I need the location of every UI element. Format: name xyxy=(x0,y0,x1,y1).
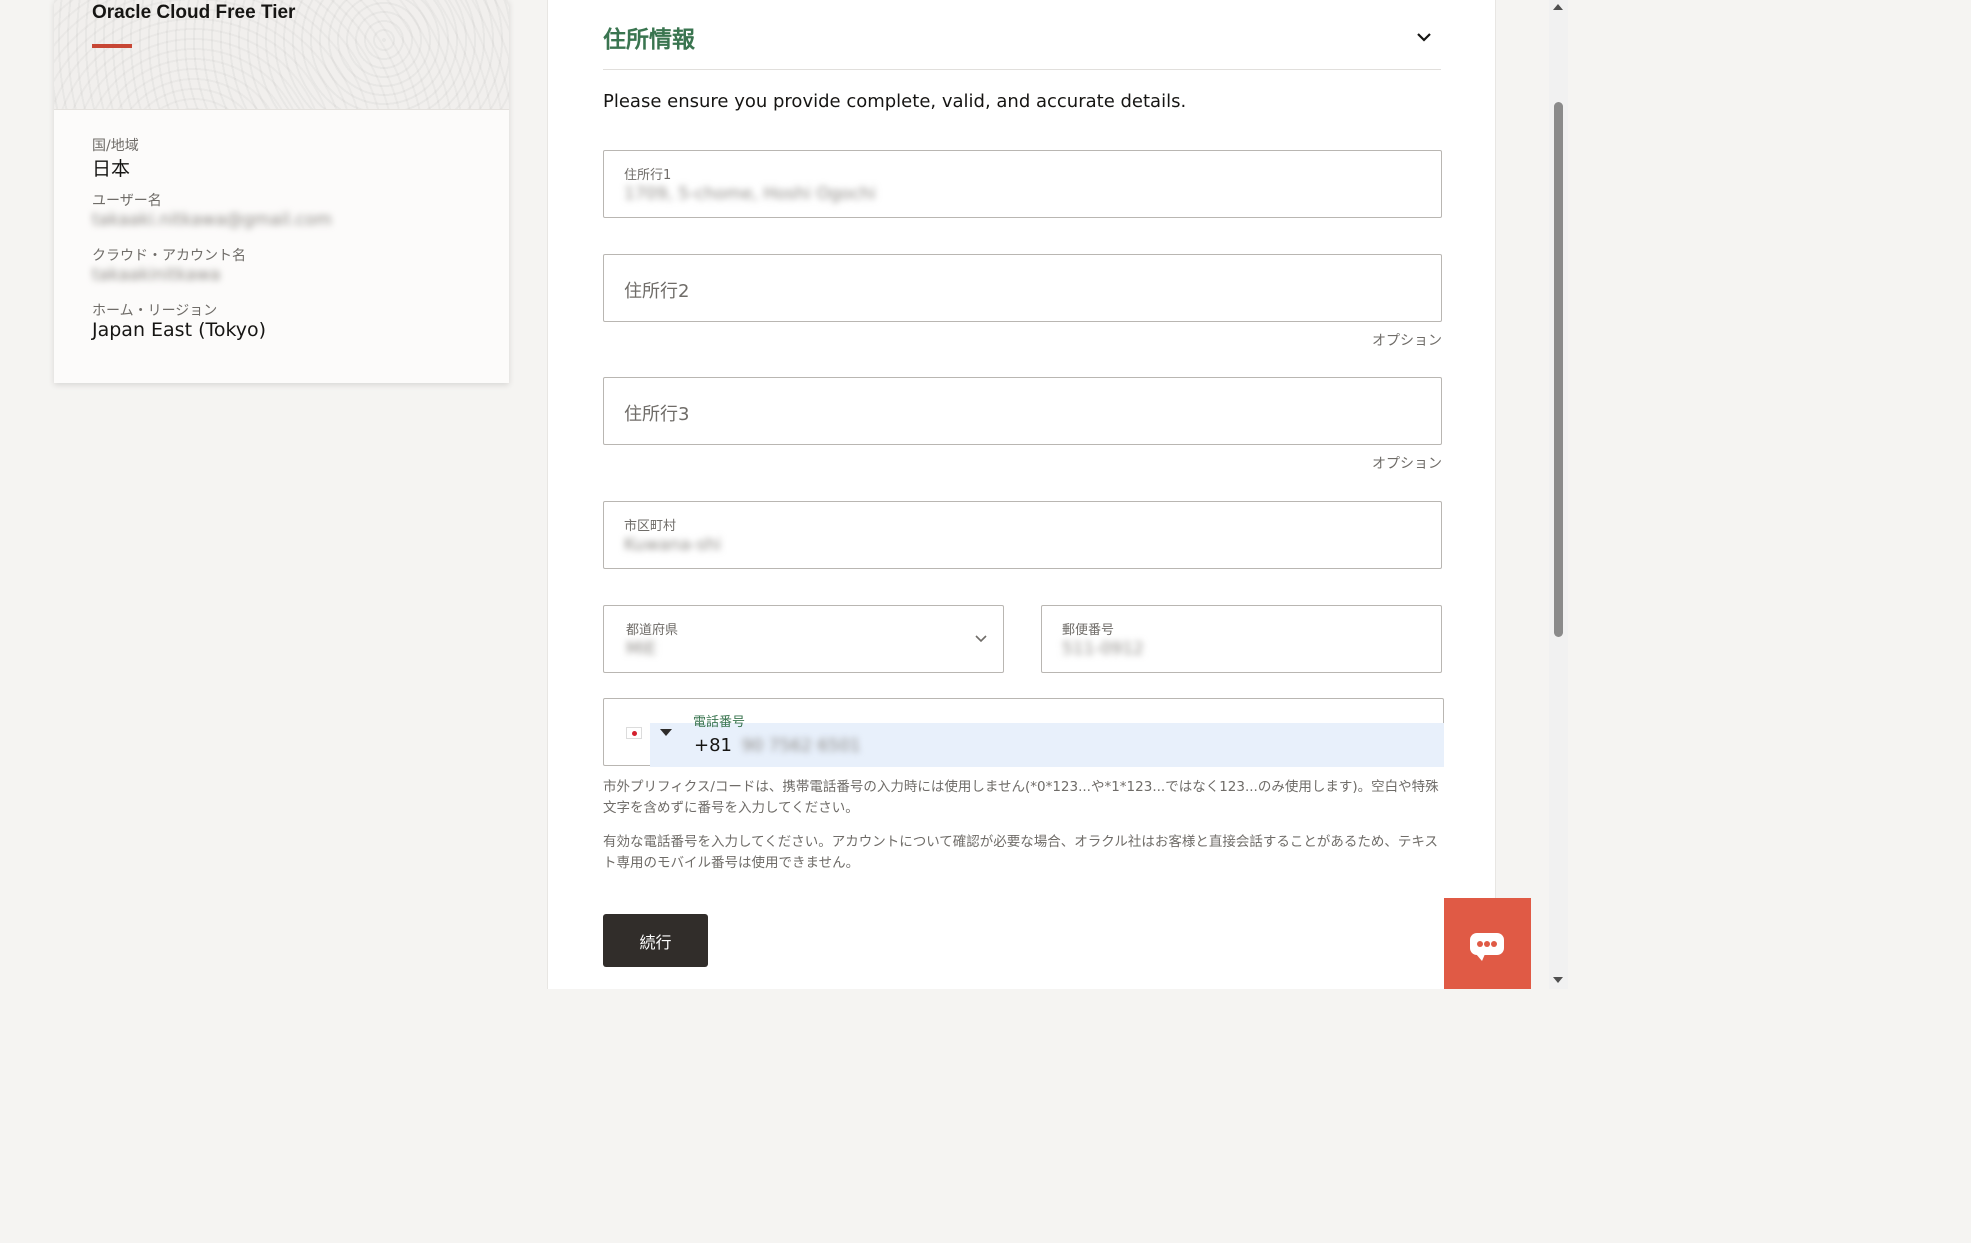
account-summary-card: Oracle Cloud Free Tier 国/地域 日本 ユーザー名 tak… xyxy=(54,0,509,383)
address-line1-value[interactable]: 1709, 5-chome, Hoshi Ogochi xyxy=(624,184,876,204)
chat-button[interactable] xyxy=(1444,898,1531,989)
summary-header: Oracle Cloud Free Tier xyxy=(54,0,509,110)
prefecture-value[interactable]: MIE xyxy=(626,639,656,659)
username-label: ユーザー名 xyxy=(92,193,162,209)
postal-code-value[interactable]: 511-0912 xyxy=(1062,639,1144,659)
city-value[interactable]: Kuwana-shi xyxy=(624,535,721,555)
chevron-down-icon xyxy=(1417,33,1431,42)
title-accent-bar xyxy=(92,44,132,48)
phone-help-valid: 有効な電話番号を入力してください。アカウントについて確認が必要な場合、オラクル社… xyxy=(603,834,1438,871)
cloud-account-label: クラウド・アカウント名 xyxy=(92,248,246,264)
country-value: 日本 xyxy=(92,158,131,180)
home-region-label: ホーム・リージョン xyxy=(92,303,218,319)
summary-title: Oracle Cloud Free Tier xyxy=(92,2,296,23)
chat-icon xyxy=(1470,933,1504,961)
address-line1-label: 住所行1 xyxy=(624,168,672,183)
phone-number-value: 90 7562 6501 xyxy=(741,736,861,756)
postal-code-field[interactable]: 郵便番号 511-0912 xyxy=(1041,605,1442,673)
address-section-header[interactable]: 住所情報 xyxy=(603,0,1441,70)
phone-country-code: +81 xyxy=(694,735,732,756)
address-form-panel: 住所情報 Please ensure you provide complete,… xyxy=(547,0,1496,989)
chevron-down-icon[interactable] xyxy=(973,630,989,646)
page-scrollbar[interactable] xyxy=(1549,0,1568,989)
prefecture-label: 都道府県 xyxy=(626,623,679,638)
address-line1-field[interactable]: 住所行1 1709, 5-chome, Hoshi Ogochi xyxy=(603,150,1442,218)
city-field[interactable]: 市区町村 Kuwana-shi xyxy=(603,501,1442,569)
phone-label: 電話番号 xyxy=(693,715,746,730)
phone-help-prefix: 市外プリフィクス/コードは、携帯電話番号の入力時には使用しません(*0*123.… xyxy=(603,779,1439,816)
city-label: 市区町村 xyxy=(624,519,677,534)
username-value: takaaki.nitkawa@gmail.com xyxy=(92,210,332,230)
section-title: 住所情報 xyxy=(603,27,695,53)
address-line3-optional: オプション xyxy=(1372,456,1442,472)
cloud-account-value: takaakinitkawa xyxy=(92,265,221,285)
japan-flag-icon[interactable] xyxy=(626,727,642,739)
caret-down-icon[interactable] xyxy=(660,729,672,736)
address-line2-field[interactable]: 住所行2 xyxy=(603,254,1442,322)
phone-field[interactable]: 電話番号 +81 90 7562 6501 xyxy=(603,698,1444,767)
continue-button[interactable]: 続行 xyxy=(603,914,708,967)
scroll-down-icon[interactable] xyxy=(1553,977,1563,983)
scroll-up-icon[interactable] xyxy=(1553,4,1563,10)
collapse-section-button[interactable] xyxy=(1411,24,1437,50)
accuracy-notice: Please ensure you provide complete, vali… xyxy=(603,91,1187,112)
address-line3-field[interactable]: 住所行3 xyxy=(603,377,1442,445)
phone-value[interactable]: +81 90 7562 6501 xyxy=(694,735,861,756)
home-region-value: Japan East (Tokyo) xyxy=(92,319,267,341)
postal-code-label: 郵便番号 xyxy=(1062,623,1115,638)
country-label: 国/地域 xyxy=(92,138,139,154)
address-line2-optional: オプション xyxy=(1372,333,1442,349)
address-line2-placeholder[interactable]: 住所行2 xyxy=(624,277,689,303)
scrollbar-thumb[interactable] xyxy=(1554,102,1563,637)
address-line3-placeholder[interactable]: 住所行3 xyxy=(624,400,689,426)
prefecture-select[interactable]: 都道府県 MIE xyxy=(603,605,1004,673)
